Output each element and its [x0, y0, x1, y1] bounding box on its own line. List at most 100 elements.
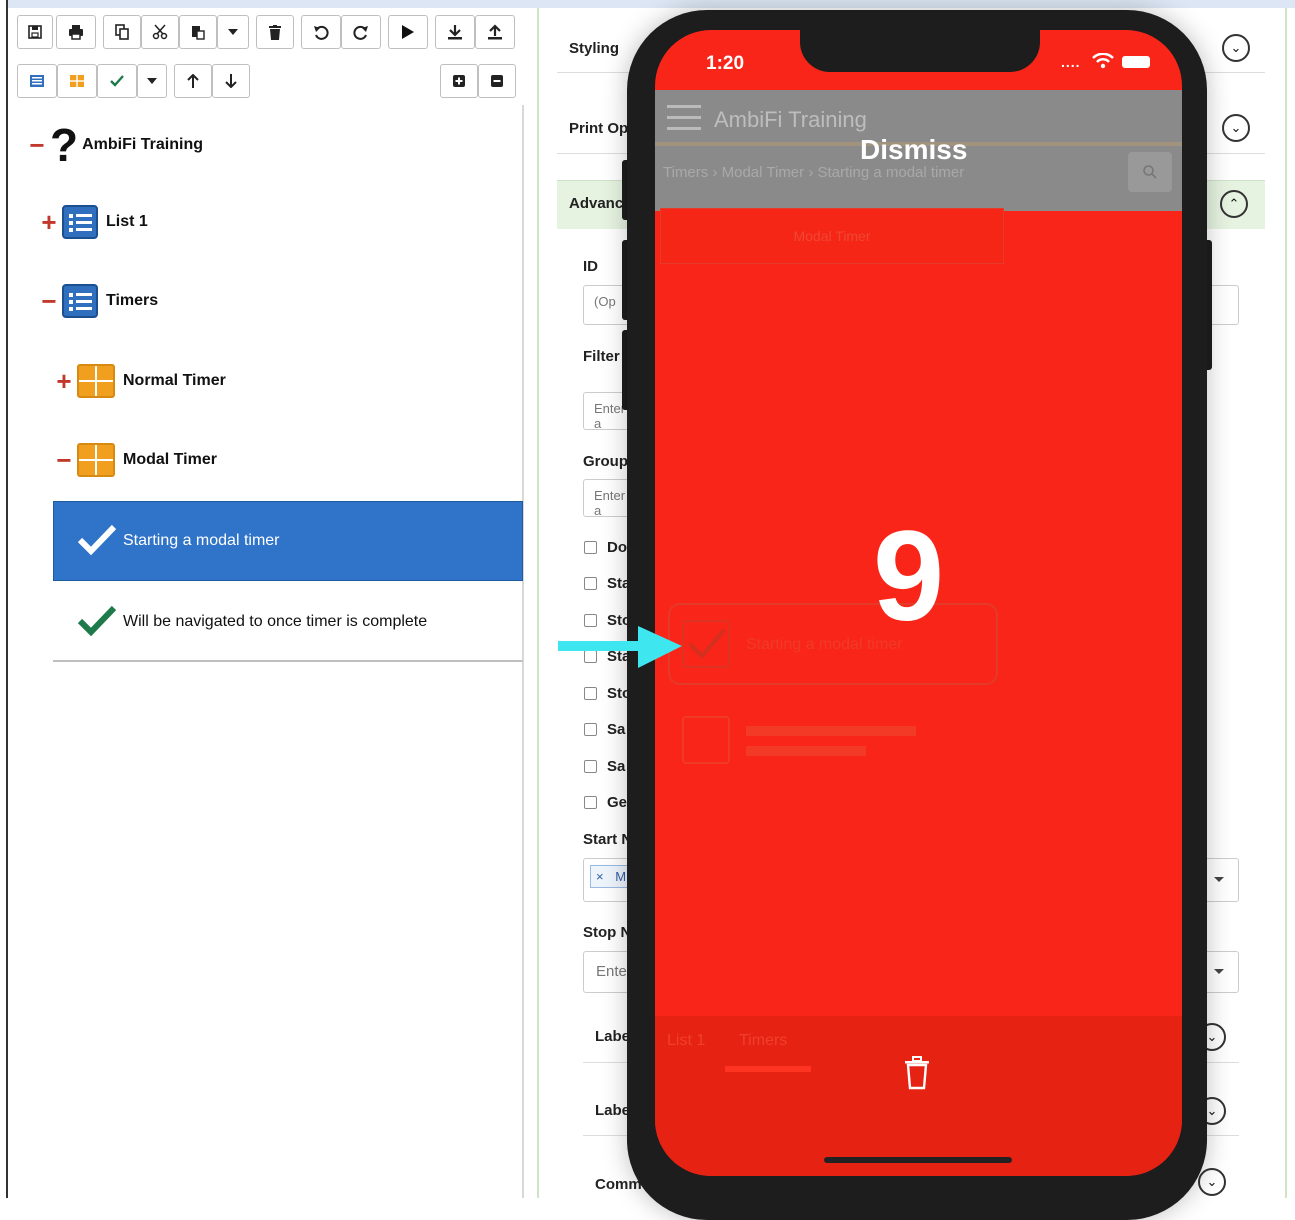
grid-icon	[77, 364, 115, 398]
check-icon	[110, 75, 124, 87]
check-icon	[77, 605, 117, 637]
field-label: Start N	[583, 831, 633, 848]
collapse-toggle[interactable]: −	[28, 130, 46, 161]
undo-icon	[314, 25, 329, 40]
cut-button[interactable]	[141, 15, 179, 49]
button-label: Modal Timer	[793, 228, 871, 244]
app-title: AmbiFi Training	[714, 107, 867, 132]
caret-down-icon	[228, 29, 238, 35]
tree-node-normal-timer[interactable]: + Normal Timer	[55, 364, 226, 398]
search-button[interactable]	[1128, 152, 1172, 192]
cut-icon	[152, 24, 168, 40]
checkbox-label: Do	[607, 539, 627, 556]
upload-button[interactable]	[475, 15, 515, 49]
grid-icon	[70, 75, 84, 87]
collapse-icon	[491, 75, 503, 87]
field-label: Filter	[583, 348, 620, 365]
countdown-number: 9	[873, 505, 945, 648]
tab-list1: List 1	[667, 1032, 706, 1049]
arrow-up-icon	[187, 74, 199, 88]
start-timer-button: Modal Timer	[660, 208, 1004, 264]
wifi-icon	[1092, 53, 1114, 69]
add-check-button[interactable]	[97, 64, 137, 98]
redo-button[interactable]	[341, 15, 381, 49]
download-button[interactable]	[435, 15, 475, 49]
add-list-button[interactable]	[17, 64, 57, 98]
chevron-down-icon[interactable]: ⌄	[1198, 1168, 1226, 1196]
paste-options-dropdown[interactable]	[217, 15, 249, 49]
caret-down-icon	[147, 78, 157, 84]
tree-node-root[interactable]: − ? AmbiFi Training	[28, 122, 203, 168]
move-down-button[interactable]	[212, 64, 250, 98]
checkbox[interactable]	[584, 541, 597, 554]
battery-icon	[1122, 56, 1150, 68]
move-up-button[interactable]	[174, 64, 212, 98]
chevron-down-icon[interactable]: ⌄	[1222, 34, 1250, 62]
checkbox[interactable]	[584, 796, 597, 809]
question-mark-icon: ?	[50, 119, 79, 171]
print-button[interactable]	[56, 15, 96, 49]
expand-all-button[interactable]	[440, 64, 478, 98]
add-item-dropdown[interactable]	[137, 64, 167, 98]
tree-item-label: Will be navigated to once timer is compl…	[123, 613, 428, 630]
tree-node-label: AmbiFi Training	[82, 136, 203, 153]
collapse-all-button[interactable]	[478, 64, 516, 98]
add-group-button[interactable]	[57, 64, 97, 98]
faded-text-line	[746, 746, 866, 756]
copy-button[interactable]	[103, 15, 141, 49]
faded-text-line	[746, 726, 916, 736]
checkbox[interactable]	[584, 577, 597, 590]
list-icon	[62, 284, 98, 318]
breadcrumb-item: Modal Timer	[721, 164, 805, 181]
delete-button[interactable]	[256, 15, 294, 49]
expand-toggle[interactable]: +	[55, 366, 73, 397]
play-icon	[402, 25, 414, 39]
breadcrumb-item: Starting a modal timer	[817, 164, 965, 181]
checkbox-label: Sa	[607, 721, 626, 738]
tag-text: M	[615, 869, 627, 884]
checkbox-label: Ge	[607, 794, 628, 811]
tree-node-modal-timer[interactable]: − Modal Timer	[55, 443, 217, 477]
undo-button[interactable]	[301, 15, 341, 49]
faded-item-2	[682, 716, 730, 764]
caret-down-icon[interactable]	[1214, 969, 1224, 974]
annotation-arrow	[558, 626, 682, 668]
collapse-toggle[interactable]: −	[40, 286, 58, 317]
status-time: 1:20	[706, 53, 745, 74]
save-button[interactable]	[17, 15, 53, 49]
download-icon	[448, 25, 462, 40]
tag-remove-button[interactable]: ×	[596, 869, 604, 884]
breadcrumb: Timers › Modal Timer › Starting a modal …	[663, 164, 964, 181]
checkbox-label: Sa	[607, 758, 626, 775]
paste-button[interactable]	[179, 15, 217, 49]
checkbox[interactable]	[584, 723, 597, 736]
input-placeholder: Enter a	[594, 401, 626, 431]
input-placeholder: Ente	[596, 963, 627, 980]
breadcrumb-item: Timers	[663, 164, 709, 181]
checkbox[interactable]	[584, 760, 597, 773]
home-indicator	[824, 1157, 1012, 1163]
tree-node-timers[interactable]: − Timers	[40, 284, 158, 318]
chevron-down-icon[interactable]: ⌄	[1222, 114, 1250, 142]
collapse-toggle[interactable]: −	[55, 445, 73, 476]
expand-icon	[453, 75, 465, 87]
chevron-right-icon: ›	[712, 164, 722, 181]
section-title: Styling	[569, 40, 620, 57]
paste-icon	[192, 26, 205, 40]
input-placeholder: (Op	[594, 294, 616, 309]
grid-icon	[77, 443, 115, 477]
tab-timers: Timers	[739, 1032, 788, 1049]
expand-toggle[interactable]: +	[40, 207, 58, 238]
run-button[interactable]	[388, 15, 428, 49]
hamburger-icon	[667, 105, 701, 130]
checkbox[interactable]	[584, 687, 597, 700]
tree-node-list1[interactable]: + List 1	[40, 205, 148, 239]
caret-down-icon[interactable]	[1214, 877, 1224, 882]
window-left-border	[0, 0, 8, 1198]
dismiss-button[interactable]: Dismiss	[860, 134, 967, 166]
tag-chip[interactable]: × M	[590, 865, 633, 888]
chevron-up-icon[interactable]: ⌃	[1220, 190, 1248, 218]
trash-icon[interactable]	[903, 1056, 931, 1090]
search-icon	[1143, 165, 1157, 179]
input-placeholder: Enter a	[594, 488, 626, 518]
